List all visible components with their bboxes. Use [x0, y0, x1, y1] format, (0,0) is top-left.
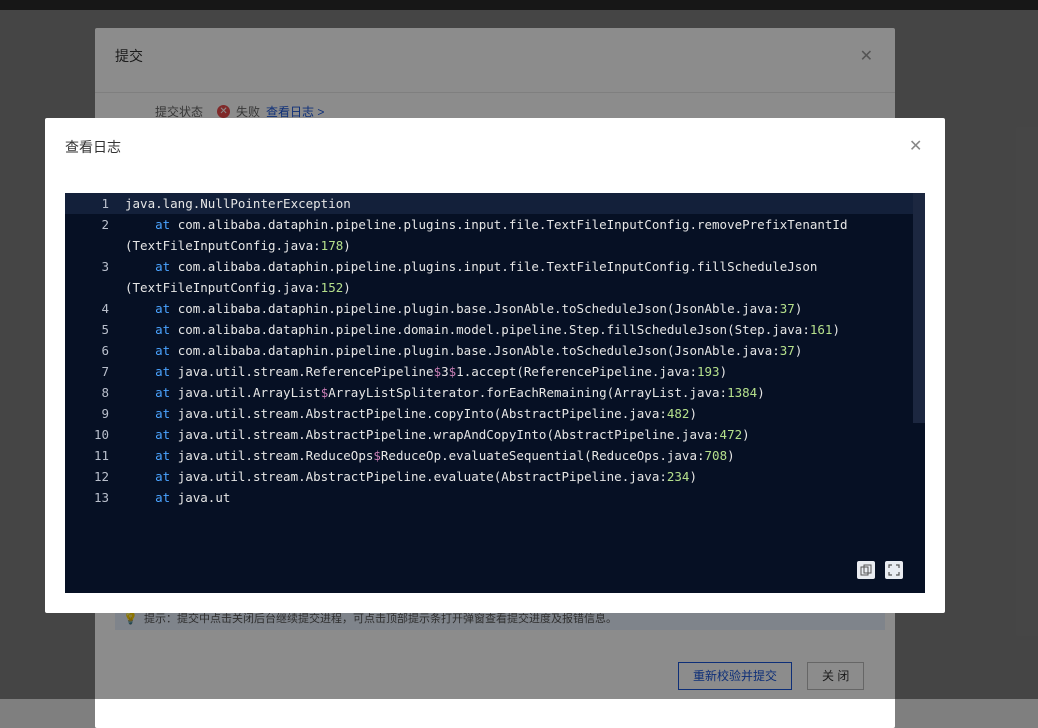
log-dialog: 查看日志 ✕ 1 java.lang.NullPointerException 2 … — [45, 118, 945, 613]
log-viewer[interactable]: 1 java.lang.NullPointerException 2 at com.… — [65, 193, 925, 593]
log-line: 5 at com.alibaba.dataphin.pipeline.domai… — [65, 319, 925, 340]
line-text: at java.util.stream.AbstractPipeline.eva… — [155, 469, 697, 484]
log-line: 9 at java.util.stream.AbstractPipeline.c… — [65, 403, 925, 424]
code-lines: 1 java.lang.NullPointerException 2 at com.… — [65, 193, 925, 508]
line-number: 13 — [93, 490, 109, 505]
log-line: (TextFileInputConfig.java:152) — [65, 277, 925, 298]
line-text: at java.util.stream.ReferencePipeline$3$… — [155, 364, 728, 379]
line-number: 10 — [93, 427, 109, 442]
line-text: (TextFileInputConfig.java:178) — [125, 238, 351, 253]
fullscreen-icon — [888, 564, 900, 576]
line-number: 9 — [101, 406, 109, 421]
line-number: 2 — [101, 217, 109, 232]
log-dialog-title: 查看日志 — [65, 139, 121, 155]
line-text: at java.util.stream.AbstractPipeline.wra… — [155, 427, 750, 442]
line-number: 6 — [101, 343, 109, 358]
line-number: 4 — [101, 301, 109, 316]
copy-icon — [860, 564, 872, 576]
line-text: at com.alibaba.dataphin.pipeline.plugin.… — [155, 343, 803, 358]
line-number: 5 — [101, 322, 109, 337]
line-number: 3 — [101, 259, 109, 274]
log-line: 7 at java.util.stream.ReferencePipeline$… — [65, 361, 925, 382]
log-line: 2 at com.alibaba.dataphin.pipeline.plugi… — [65, 214, 925, 235]
scrollbar[interactable] — [913, 193, 925, 423]
line-number — [65, 235, 125, 256]
log-line: 1 java.lang.NullPointerException — [65, 193, 925, 214]
close-icon[interactable]: ✕ — [909, 136, 922, 156]
line-text: java.lang.NullPointerException — [125, 196, 351, 211]
line-number: 7 — [101, 364, 109, 379]
line-text: (TextFileInputConfig.java:152) — [125, 280, 351, 295]
log-line: 12 at java.util.stream.AbstractPipeline.… — [65, 466, 925, 487]
line-text: at com.alibaba.dataphin.pipeline.domain.… — [155, 322, 840, 337]
log-line: 10 at java.util.stream.AbstractPipeline.… — [65, 424, 925, 445]
log-line: 13 at java.ut — [65, 487, 925, 508]
log-line: 3 at com.alibaba.dataphin.pipeline.plugi… — [65, 256, 925, 277]
line-number: 12 — [93, 469, 109, 484]
copy-button[interactable] — [857, 561, 875, 579]
line-number: 11 — [93, 448, 109, 463]
log-line: 8 at java.util.ArrayList$ArrayListSplite… — [65, 382, 925, 403]
line-text: at com.alibaba.dataphin.pipeline.plugins… — [155, 217, 848, 232]
line-number: 8 — [101, 385, 109, 400]
line-text: at java.ut — [155, 490, 231, 505]
line-text: at java.util.ArrayList$ArrayListSplitera… — [155, 385, 765, 400]
log-line: 11 at java.util.stream.ReduceOps$ReduceO… — [65, 445, 925, 466]
line-text: at com.alibaba.dataphin.pipeline.plugins… — [155, 259, 818, 274]
log-line: (TextFileInputConfig.java:178) — [65, 235, 925, 256]
log-line: 4 at com.alibaba.dataphin.pipeline.plugi… — [65, 298, 925, 319]
line-number: 1 — [101, 196, 109, 211]
fullscreen-button[interactable] — [885, 561, 903, 579]
log-line: 6 at com.alibaba.dataphin.pipeline.plugi… — [65, 340, 925, 361]
line-text: at java.util.stream.ReduceOps$ReduceOp.e… — [155, 448, 735, 463]
line-text: at java.util.stream.AbstractPipeline.cop… — [155, 406, 697, 421]
line-number — [65, 277, 125, 298]
line-text: at com.alibaba.dataphin.pipeline.plugin.… — [155, 301, 803, 316]
